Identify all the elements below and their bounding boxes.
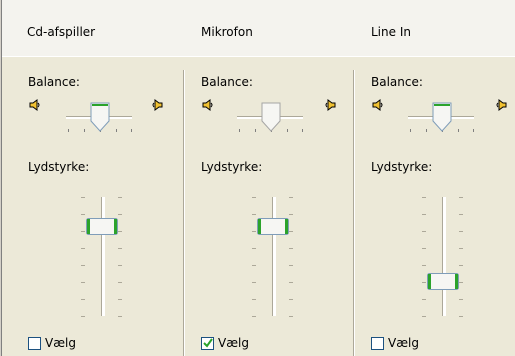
volume-slider-thumb[interactable] [86,218,118,235]
volume-tick [422,282,426,283]
volume-tick [422,231,426,232]
volume-tick [422,197,426,198]
select-checkbox-row[interactable]: Vælg [28,333,76,353]
balance-tick [84,129,85,132]
column-separator [353,70,355,356]
volume-tick [81,299,85,300]
volume-tick [252,248,256,249]
volume-slider-thumb[interactable] [257,218,289,235]
balance-tick [116,129,117,132]
balance-label: Balance: [371,75,423,89]
select-checkbox[interactable] [28,336,41,350]
volume-tick [459,299,463,300]
volume-tick [422,316,426,317]
volume-tick [81,197,85,198]
volume-tick [118,282,122,283]
volume-track[interactable] [442,197,446,316]
volume-tick [81,282,85,283]
volume-tick [459,282,463,283]
header-divider-shadow [2,57,515,58]
balance-tick [255,129,256,132]
channel-title: Mikrofon [201,25,253,39]
balance-slider-thumb[interactable] [260,101,282,133]
balance-slider-thumb[interactable] [431,101,453,133]
volume-tick [252,214,256,215]
volume-track[interactable] [101,197,105,316]
volume-tick [118,248,122,249]
volume-tick [459,248,463,249]
volume-tick [289,248,293,249]
volume-tick [459,316,463,317]
balance-tick [131,129,132,132]
select-checkbox-row[interactable]: Vælg [201,333,249,353]
balance-tick [68,129,69,132]
volume-tick [252,299,256,300]
volume-tick [81,231,85,232]
volume-tick [289,282,293,283]
volume-tick [252,265,256,266]
speaker-left-icon [29,99,40,111]
volume-tick [81,265,85,266]
volume-tick [118,214,122,215]
volume-label: Lydstyrke: [371,160,433,174]
volume-tick [118,197,122,198]
volume-tick [289,214,293,215]
volume-label: Lydstyrke: [28,160,90,174]
balance-tick [302,129,303,132]
volume-tick [81,316,85,317]
speaker-right-icon [496,99,507,111]
volume-tick [459,231,463,232]
balance-label: Balance: [28,75,80,89]
volume-tick [422,265,426,266]
volume-tick [459,214,463,215]
volume-tick [252,197,256,198]
balance-label: Balance: [201,75,253,89]
volume-tick [422,299,426,300]
volume-tick [289,197,293,198]
volume-tick [118,231,122,232]
speaker-left-icon [202,99,213,111]
volume-track[interactable] [272,197,276,316]
channel-title: Line In [371,25,411,39]
volume-tick [289,299,293,300]
volume-slider-thumb[interactable] [427,273,459,290]
select-label: Vælg [388,336,419,350]
speaker-left-icon [372,99,383,111]
select-label: Vælg [218,336,249,350]
volume-tick [81,214,85,215]
select-checkbox[interactable] [201,336,214,350]
balance-tick [458,129,459,132]
volume-label: Lydstyrke: [201,160,263,174]
volume-tick [252,316,256,317]
select-checkbox-row[interactable]: Vælg [371,333,419,353]
speaker-right-icon [325,99,336,111]
select-label: Vælg [45,336,76,350]
volume-tick [459,197,463,198]
channel-title: Cd-afspiller [27,25,96,39]
speaker-right-icon [152,99,163,111]
volume-tick [289,316,293,317]
balance-tick [239,129,240,132]
volume-tick [459,265,463,266]
select-checkbox[interactable] [371,336,384,350]
volume-tick [252,282,256,283]
volume-tick [289,231,293,232]
balance-tick [287,129,288,132]
volume-tick [118,299,122,300]
balance-slider-thumb[interactable] [89,101,111,133]
volume-tick [118,265,122,266]
volume-tick [252,231,256,232]
volume-tick [422,214,426,215]
balance-tick [473,129,474,132]
balance-tick [410,129,411,132]
volume-tick [422,248,426,249]
volume-tick [118,316,122,317]
volume-tick [289,265,293,266]
column-separator [183,70,185,356]
volume-tick [81,248,85,249]
balance-tick [426,129,427,132]
